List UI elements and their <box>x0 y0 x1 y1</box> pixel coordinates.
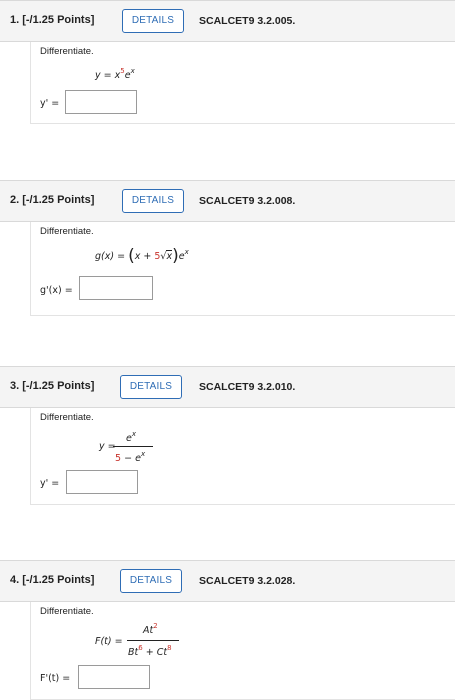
question-4-title: 4. [-/1.25 Points] <box>10 574 95 586</box>
question-4-fraction-bar <box>127 640 179 641</box>
question-4-header: 4. [-/1.25 Points] DETAILS SCALCET9 3.2.… <box>0 560 455 602</box>
question-1-code: SCALCET9 3.2.005. <box>199 15 296 27</box>
question-3-prompt: Differentiate. <box>40 412 94 423</box>
eq2-lhs: g(x) = <box>95 251 126 262</box>
question-4-answer-label: F'(t) = <box>40 673 71 684</box>
question-3-answer-label: y' = <box>40 478 60 489</box>
question-2-title: 2. [-/1.25 Points] <box>10 194 95 206</box>
eq2-plus: + <box>143 251 152 262</box>
eq3-den-const: 5 <box>115 453 122 464</box>
question-1-answer-input[interactable] <box>65 90 137 114</box>
eq4-den-exponent-2: 8 <box>167 644 172 652</box>
question-2-code: SCALCET9 3.2.008. <box>199 195 296 207</box>
question-3-title: 3. [-/1.25 Points] <box>10 380 95 392</box>
question-4-answer-input[interactable] <box>78 665 150 689</box>
question-4-numerator: At2 <box>143 622 158 636</box>
question-3-code: SCALCET9 3.2.010. <box>199 381 296 393</box>
question-2-answer-input[interactable] <box>79 276 153 300</box>
question-3-numerator: ex <box>126 430 136 444</box>
eq2-close-paren: ) <box>172 246 179 266</box>
eq3-den-exponent: x <box>140 450 146 458</box>
eq3-den-minus: − <box>124 453 133 464</box>
eq2-x: x <box>134 251 141 262</box>
eq1-tail-exponent: x <box>130 67 135 75</box>
eq4-den-exponent-1: 6 <box>138 644 143 652</box>
question-2-equation: g(x) = (x + 5√x)ex <box>95 246 189 266</box>
question-2-answer-label: g'(x) = <box>40 285 73 296</box>
question-1-prompt: Differentiate. <box>40 46 94 57</box>
question-2-body: Differentiate. g(x) = (x + 5√x)ex g'(x) … <box>30 222 455 316</box>
question-1-details-button[interactable]: DETAILS <box>122 9 184 33</box>
question-2-prompt: Differentiate. <box>40 226 94 237</box>
eq2-e-exponent: x <box>184 248 189 256</box>
question-1-body: Differentiate. y = x5ex y' = <box>30 42 455 124</box>
question-1-answer-label: y' = <box>40 98 60 109</box>
question-4-code: SCALCET9 3.2.028. <box>199 575 296 587</box>
question-4-details-button[interactable]: DETAILS <box>120 569 182 593</box>
eq4-num-exponent: 2 <box>153 622 158 630</box>
eq2-open-paren: ( <box>128 246 135 266</box>
question-3-answer-input[interactable] <box>66 470 138 494</box>
question-4-lhs: F(t) = <box>95 636 123 647</box>
question-3-body: Differentiate. y = ex 5 − ex y' = <box>30 408 455 505</box>
question-4-prompt: Differentiate. <box>40 606 94 617</box>
question-3-details-button[interactable]: DETAILS <box>120 375 182 399</box>
question-1-title: 1. [-/1.25 Points] <box>10 14 95 26</box>
question-2-details-button[interactable]: DETAILS <box>122 189 184 213</box>
question-2-header: 2. [-/1.25 Points] DETAILS SCALCET9 3.2.… <box>0 180 455 222</box>
question-3-header: 3. [-/1.25 Points] DETAILS SCALCET9 3.2.… <box>0 366 455 408</box>
question-3-fraction-bar <box>113 446 153 447</box>
question-1-header: 1. [-/1.25 Points] DETAILS SCALCET9 3.2.… <box>0 0 455 42</box>
eq1-lhs: y = <box>95 70 112 81</box>
question-4-denominator: Bt6 + Ct8 <box>128 644 172 658</box>
eq3-num-exponent: x <box>131 430 137 438</box>
eq4-den-plus: + <box>145 647 154 658</box>
question-4-body: Differentiate. F(t) = At2 Bt6 + Ct8 F'(t… <box>30 602 455 700</box>
question-3-denominator: 5 − ex <box>115 450 145 464</box>
question-1-equation: y = x5ex <box>95 67 135 81</box>
